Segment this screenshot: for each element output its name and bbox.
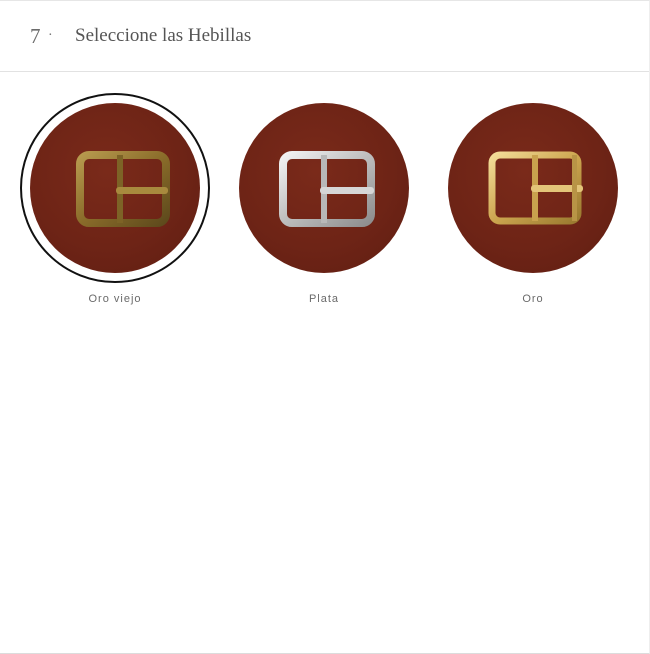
buckle-label: Oro xyxy=(522,293,544,305)
buckle-swatch xyxy=(30,103,200,273)
buckle-option-plata[interactable]: Plata xyxy=(229,93,419,313)
gold-buckle-icon xyxy=(488,151,583,225)
buckle-label: Plata xyxy=(308,293,340,305)
buckle-selection-page: 7 · Seleccione las Hebillas Oro viejo Pl… xyxy=(0,0,650,654)
silver-buckle-icon xyxy=(279,151,375,227)
antique-gold-buckle-icon xyxy=(76,151,170,227)
section-header: 7 · Seleccione las Hebillas xyxy=(0,1,649,72)
buckle-option-oro-viejo[interactable]: Oro viejo xyxy=(20,93,210,313)
buckle-label: Oro viejo xyxy=(88,293,142,305)
section-title: Seleccione las Hebillas xyxy=(75,25,252,46)
buckle-swatch xyxy=(448,103,618,273)
buckle-swatch xyxy=(239,103,409,273)
buckle-option-oro[interactable]: Oro xyxy=(438,93,628,313)
step-number: 7 xyxy=(30,24,42,48)
step-separator: · xyxy=(48,28,53,43)
